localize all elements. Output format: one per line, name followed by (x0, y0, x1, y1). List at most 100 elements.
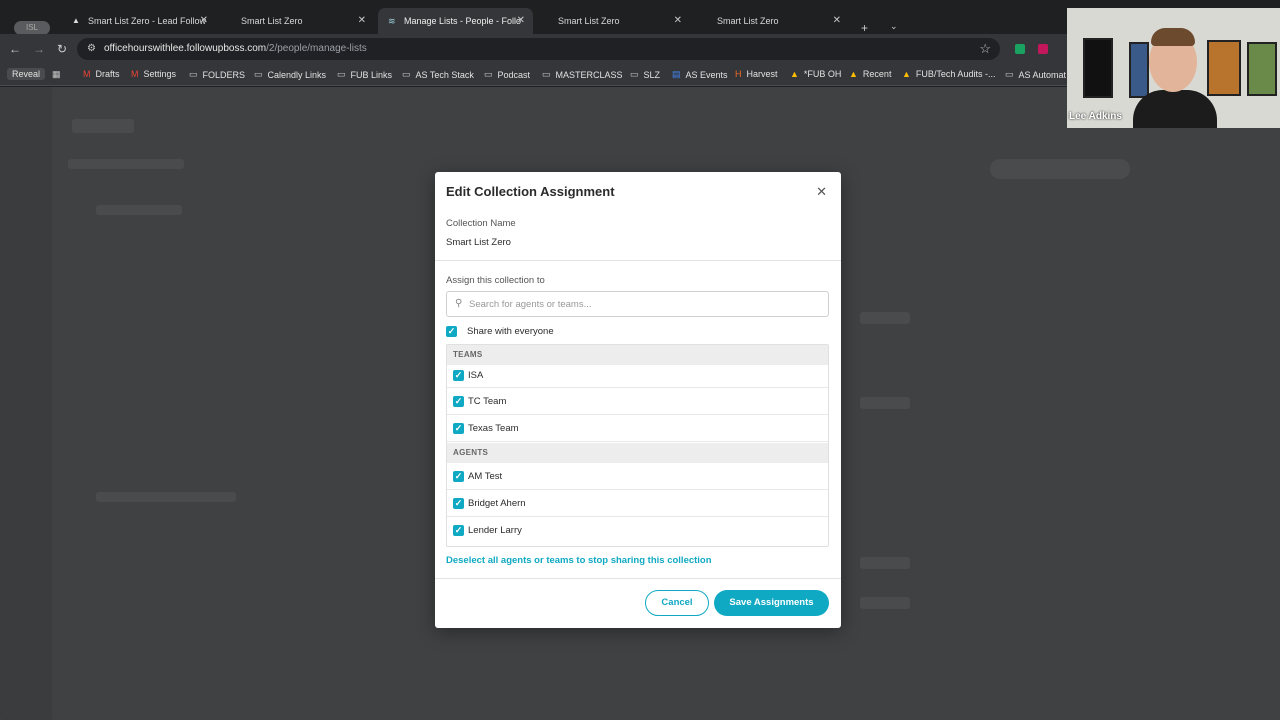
back-arrow-icon[interactable]: ← (9, 42, 21, 56)
modal-title: Edit Collection Assignment (446, 184, 615, 199)
bookmark-folders[interactable]: ▭ FOLDERS (189, 69, 245, 80)
section-ghost (68, 159, 184, 169)
close-tab-icon[interactable]: ✕ (674, 15, 682, 26)
bookmark-as-events[interactable]: ▤ AS Events (672, 69, 728, 80)
wall-poster (1247, 42, 1277, 96)
bookmark-as-automat[interactable]: ▭ AS Automat (1005, 69, 1066, 80)
left-nav-ghost (0, 87, 52, 720)
button-ghost (990, 159, 1130, 179)
bookmark-star-icon[interactable]: ☆ (979, 41, 991, 57)
browser-tab-1[interactable]: ▲ Smart List Zero - Lead Follow ✕ (62, 8, 216, 34)
search-input[interactable] (469, 296, 819, 312)
agent-team-search-field[interactable]: ⚲ (446, 291, 829, 317)
collection-name-value: Smart List Zero (446, 237, 511, 248)
bookmark-fub-tech-audits[interactable]: ▲ FUB/Tech Audits -... (902, 69, 995, 79)
team-row-tc-team[interactable]: ✓ TC Team (447, 388, 828, 415)
save-assignments-button[interactable]: Save Assignments (714, 590, 829, 616)
bookmark-masterclass[interactable]: ▭ MASTERCLASS (542, 69, 623, 80)
bookmark-settings[interactable]: M Settings (131, 69, 176, 79)
doc-icon: ▤ (672, 69, 681, 79)
bookmark-label: Podcast (497, 69, 531, 80)
url-text: officehourswithlee.followupboss.com/2/pe… (104, 43, 367, 54)
share-with-everyone-checkbox[interactable]: ✓ (446, 326, 457, 337)
agent-row-am-test[interactable]: ✓ AM Test (447, 463, 828, 490)
agent-row-lender-larry[interactable]: ✓ Lender Larry (447, 517, 828, 544)
divider (435, 260, 841, 261)
url-path: /2/people/manage-lists (266, 43, 367, 54)
team-row-isa[interactable]: ✓ ISA (447, 365, 828, 388)
bookmark-recent[interactable]: ▲ Recent (849, 69, 891, 79)
bookmark-harvest[interactable]: H Harvest (735, 69, 778, 79)
browser-tab-2[interactable]: Smart List Zero ✕ (222, 8, 374, 34)
tab-title: Smart List Zero (558, 16, 620, 26)
bookmark-label: Calendly Links (267, 69, 327, 80)
extension-red-icon[interactable] (1038, 44, 1048, 54)
tab-search-chevron-icon[interactable]: ⌄ (890, 21, 898, 32)
bookmark-calendly-links[interactable]: ▭ Calendly Links (254, 69, 326, 80)
address-bar[interactable]: ⚙ officehourswithlee.followupboss.com/2/… (77, 38, 1000, 60)
team-label: Texas Team (468, 423, 519, 434)
drive-icon: ▲ (790, 69, 799, 79)
bookmark-label: FUB Links (350, 69, 393, 80)
bookmark-podcast[interactable]: ▭ Podcast (484, 69, 530, 80)
browser-tab-3-active[interactable]: ≋ Manage Lists - People - Follo ✕ (378, 8, 533, 34)
drive-icon: ▲ (849, 69, 858, 79)
team-checkbox[interactable]: ✓ (453, 396, 464, 407)
agent-checkbox[interactable]: ✓ (453, 525, 464, 536)
folder-icon: ▭ (1005, 69, 1014, 79)
video-participant-tile: Lee Adkins (1067, 8, 1280, 128)
bookmark-reveal[interactable]: Reveal (7, 68, 46, 80)
cancel-button[interactable]: Cancel (645, 590, 709, 616)
bookmark-label: *FUB OH (803, 69, 842, 79)
bookmark-label: Reveal (12, 69, 41, 79)
bookmark-label: SLZ (643, 69, 661, 80)
folder-icon: ▭ (484, 69, 493, 79)
teams-header: TEAMS (447, 345, 828, 365)
bookmark-slz[interactable]: ▭ SLZ (630, 69, 660, 80)
browser-tab-5[interactable]: Smart List Zero ✕ (697, 8, 849, 34)
row-ghost (860, 557, 910, 569)
agent-label: Lender Larry (468, 525, 522, 536)
row-ghost (860, 597, 910, 609)
gmail-icon: M (131, 69, 139, 79)
agent-row-bridget-ahern[interactable]: ✓ Bridget Ahern (447, 490, 828, 517)
team-label: ISA (468, 370, 484, 381)
bookmark-apps[interactable]: ▦ (52, 69, 66, 80)
site-info-icon[interactable]: ⚙ (87, 43, 96, 54)
new-tab-icon[interactable]: + (861, 21, 868, 35)
bookmark-fub-links[interactable]: ▭ FUB Links (337, 69, 392, 80)
bookmark-label: FOLDERS (202, 69, 246, 80)
url-domain: officehourswithlee.followupboss.com (104, 43, 267, 54)
team-row-texas-team[interactable]: ✓ Texas Team (447, 415, 828, 442)
close-tab-icon[interactable]: ✕ (200, 15, 208, 26)
bookmark-as-tech-stack[interactable]: ▭ AS Tech Stack (402, 69, 474, 80)
browser-tab-4[interactable]: Smart List Zero ✕ (538, 8, 690, 34)
agent-checkbox[interactable]: ✓ (453, 498, 464, 509)
close-tab-icon[interactable]: ✕ (833, 15, 841, 26)
close-tab-icon[interactable]: ✕ (358, 15, 366, 26)
team-checkbox[interactable]: ✓ (453, 370, 464, 381)
profile-badge[interactable]: ISL (14, 21, 50, 35)
bookmark-fub-oh[interactable]: ▲ *FUB OH (790, 69, 841, 79)
team-label: TC Team (468, 396, 507, 407)
apps-grid-icon: ▦ (52, 69, 61, 79)
bookmark-label: Harvest (746, 69, 778, 79)
deselect-all-link[interactable]: Deselect all agents or teams to stop sha… (446, 555, 712, 566)
wall-poster (1207, 40, 1241, 96)
bookmark-label: Drafts (95, 69, 120, 79)
bookmark-label: Recent (862, 69, 892, 79)
forward-arrow-icon[interactable]: → (33, 42, 45, 56)
extension-green-icon[interactable] (1015, 44, 1025, 54)
tab-title: Manage Lists - People - Follo (404, 16, 522, 26)
agent-checkbox[interactable]: ✓ (453, 471, 464, 482)
team-checkbox[interactable]: ✓ (453, 423, 464, 434)
bookmark-label: MASTERCLASS (555, 69, 623, 80)
tab-title: Smart List Zero (717, 16, 779, 26)
close-icon[interactable]: ✕ (816, 184, 827, 200)
bookmark-drafts[interactable]: M Drafts (83, 69, 120, 79)
search-icon: ⚲ (455, 298, 463, 309)
heading-ghost (96, 205, 182, 215)
gmail-icon: M (83, 69, 91, 79)
close-tab-icon[interactable]: ✕ (517, 15, 525, 26)
reload-icon[interactable]: ↻ (57, 42, 67, 56)
